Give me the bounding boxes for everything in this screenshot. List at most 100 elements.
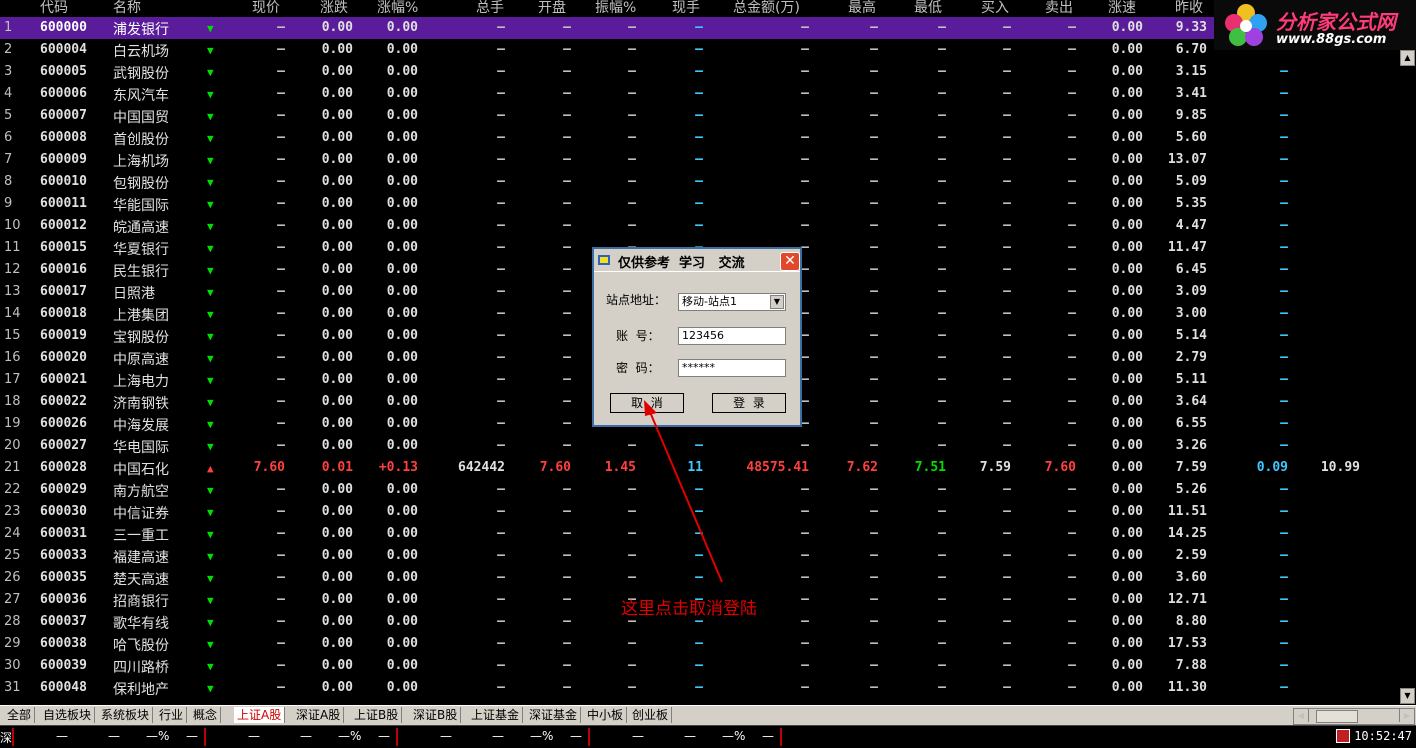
tab-board[interactable]: 深证基金 xyxy=(526,707,582,723)
scroll-up-button[interactable]: ▲ xyxy=(1400,50,1415,66)
horizontal-scrollbar[interactable]: ◀ ▶ xyxy=(1293,708,1415,725)
table-row[interactable]: 23 600030 中信证券 ▼ — 0.00 0.00 — — — — — — — — — 0.00 11.51… xyxy=(0,501,1400,523)
cell-ask: — xyxy=(1068,592,1076,607)
cell-speed: 0.00 xyxy=(1111,394,1143,409)
status-value: — xyxy=(56,729,68,743)
column-header[interactable]: 最高 xyxy=(848,0,876,17)
stock-code: 600030 xyxy=(40,504,87,519)
scroll-down-button[interactable]: ▼ xyxy=(1400,688,1415,704)
tab-board[interactable]: 概念 xyxy=(190,707,222,723)
site-select[interactable]: 移动-站点1 ▼ xyxy=(678,293,786,311)
column-header[interactable]: 最低 xyxy=(914,0,942,17)
cell-price: — xyxy=(277,218,285,233)
cell-close: 3.41 xyxy=(1175,86,1207,101)
cell-close: 2.59 xyxy=(1175,548,1207,563)
tab-board[interactable]: 深证B股 xyxy=(410,707,462,723)
table-row[interactable]: 7 600009 上海机场 ▼ — 0.00 0.00 — — — — — — — — — 0.00 13.07 — xyxy=(0,149,1400,171)
stock-name: 华夏银行 xyxy=(113,242,169,258)
vertical-scrollbar[interactable]: ▲ ▼ xyxy=(1400,0,1416,704)
password-input[interactable]: ****** xyxy=(678,359,786,377)
cell-amt: — xyxy=(801,658,809,673)
table-row[interactable]: 26 600035 楚天高速 ▼ — 0.00 0.00 — — — — — — — — — 0.00 3.60 — xyxy=(0,567,1400,589)
cancel-button[interactable]: 取 消 xyxy=(610,393,684,413)
cell-low: — xyxy=(938,482,946,497)
cell-close: 14.25 xyxy=(1167,526,1207,541)
column-header[interactable]: 代码 xyxy=(40,0,68,17)
column-header[interactable]: 昨收 xyxy=(1175,0,1203,17)
cell-speed: 0.00 xyxy=(1111,372,1143,387)
column-header[interactable]: 涨速 xyxy=(1108,0,1136,17)
table-row[interactable]: 8 600010 包钢股份 ▼ — 0.00 0.00 — — — — — — — — — 0.00 5.09 — xyxy=(0,171,1400,193)
table-row[interactable]: 9 600011 华能国际 ▼ — 0.00 0.00 — — — — — — — — — 0.00 5.35 — xyxy=(0,193,1400,215)
arrow-down-icon: ▼ xyxy=(207,154,214,167)
table-row[interactable]: 25 600033 福建高速 ▼ — 0.00 0.00 — — — — — — — — — 0.00 2.59 — xyxy=(0,545,1400,567)
table-row[interactable]: 1600000浦发银行▼—0.000.00—————————0.009.33— xyxy=(0,17,1400,39)
tab-board[interactable]: 上证基金 xyxy=(468,707,524,723)
cell-speed: 0.00 xyxy=(1111,614,1143,629)
table-row[interactable]: 22 600029 南方航空 ▼ — 0.00 0.00 — — — — — — — — — 0.00 5.26 — xyxy=(0,479,1400,501)
scroll-left-icon[interactable]: ◀ xyxy=(1294,709,1309,722)
cell-low: — xyxy=(938,262,946,277)
table-row[interactable]: 4 600006 东风汽车 ▼ — 0.00 0.00 — — — — — — — — — 0.00 3.41 — xyxy=(0,83,1400,105)
login-button[interactable]: 登 录 xyxy=(712,393,786,413)
tab-board[interactable]: 全部 xyxy=(4,707,36,723)
tab-board[interactable]: 深证A股 xyxy=(293,707,345,723)
cell-close: 5.26 xyxy=(1175,482,1207,497)
stock-code: 600021 xyxy=(40,372,87,387)
row-number: 2 xyxy=(4,42,13,57)
close-button[interactable]: ✕ xyxy=(780,252,800,271)
scroll-right-icon[interactable]: ▶ xyxy=(1399,709,1414,722)
annotation-text: 这里点击取消登陆 xyxy=(621,599,757,619)
tab-board[interactable]: 中小板 xyxy=(584,707,628,723)
arrow-down-icon: ▼ xyxy=(207,352,214,365)
cell-x1: — xyxy=(1280,658,1288,673)
scroll-thumb[interactable] xyxy=(1316,710,1358,723)
tab-board[interactable]: 行业 xyxy=(156,707,188,723)
column-header[interactable]: 涨跌 xyxy=(320,0,348,17)
chevron-down-icon[interactable]: ▼ xyxy=(770,295,784,309)
cell-open: — xyxy=(563,130,571,145)
tab-board[interactable]: 上证B股 xyxy=(351,707,403,723)
table-row[interactable]: 2600004白云机场▼—0.000.00—————————0.006.70— xyxy=(0,39,1400,61)
cell-low: — xyxy=(938,240,946,255)
column-header[interactable]: 名称 xyxy=(113,0,141,17)
table-row[interactable]: 10 600012 皖通高速 ▼ — 0.00 0.00 — — — — — — — — — 0.00 4.47 — xyxy=(0,215,1400,237)
column-header[interactable]: 现手 xyxy=(672,0,700,17)
table-row[interactable]: 3 600005 武钢股份 ▼ — 0.00 0.00 — — — — — — — — — 0.00 3.15 — xyxy=(0,61,1400,83)
column-header[interactable]: 买入 xyxy=(981,0,1009,17)
dialog-titlebar[interactable]: 仅供参考 学习 交流 ✕ xyxy=(594,249,800,272)
column-header[interactable]: 涨幅% xyxy=(377,0,418,17)
table-row[interactable]: 21 600028 中国石化 ▲ 7.60 0.01 +0.13 642442 7.60 1.45… xyxy=(0,457,1400,479)
tab-board[interactable]: 系统板块 xyxy=(98,707,154,723)
cell-open: 7.60 xyxy=(539,460,571,475)
table-row[interactable]: 20 600027 华电国际 ▼ — 0.00 0.00 — — — — — — — — — 0.00 3.26 — xyxy=(0,435,1400,457)
cell-pct: 0.00 xyxy=(386,504,418,519)
account-input[interactable]: 123456 xyxy=(678,327,786,345)
cell-amt: — xyxy=(801,152,809,167)
cell-ask: — xyxy=(1068,196,1076,211)
table-row[interactable]: 6 600008 首创股份 ▼ — 0.00 0.00 — — — — — — — — — 0.00 5.60 — xyxy=(0,127,1400,149)
cell-high: — xyxy=(870,86,878,101)
column-header[interactable]: 开盘 xyxy=(538,0,566,17)
cell-x1: — xyxy=(1280,416,1288,431)
cell-open: — xyxy=(563,108,571,123)
status-value: —% xyxy=(722,729,746,743)
column-header[interactable]: 振幅% xyxy=(595,0,636,17)
table-row[interactable]: 24 600031 三一重工 ▼ — 0.00 0.00 — — — — — — — — — 0.00 14.25… xyxy=(0,523,1400,545)
cell-bid: — xyxy=(1003,350,1011,365)
cell-price: — xyxy=(277,548,285,563)
tab-board[interactable]: 自选板块 xyxy=(40,707,96,723)
column-header[interactable]: 总金额(万) xyxy=(733,0,800,17)
column-header[interactable]: 卖出 xyxy=(1045,0,1073,17)
table-row[interactable]: 5 600007 中国国贸 ▼ — 0.00 0.00 — — — — — — — — — 0.00 9.85 — xyxy=(0,105,1400,127)
table-row[interactable]: 29 600038 哈飞股份 ▼ — 0.00 0.00 — — — — — — — — — 0.00 17.53… xyxy=(0,633,1400,655)
cell-bid: — xyxy=(1003,306,1011,321)
tab-board[interactable]: 上证A股 xyxy=(234,707,286,723)
cell-bid: — xyxy=(1003,64,1011,79)
network-icon[interactable] xyxy=(1336,729,1350,743)
column-header[interactable]: 总手 xyxy=(476,0,504,17)
table-row[interactable]: 30 600039 四川路桥 ▼ — 0.00 0.00 — — — — — — — — — 0.00 7.88 — xyxy=(0,655,1400,677)
column-header[interactable]: 现价 xyxy=(252,0,280,17)
table-row[interactable]: 31 600048 保利地产 ▼ — 0.00 0.00 — — — — — — — — — 0.00 11.30… xyxy=(0,677,1400,699)
tab-board[interactable]: 创业板 xyxy=(629,707,673,723)
